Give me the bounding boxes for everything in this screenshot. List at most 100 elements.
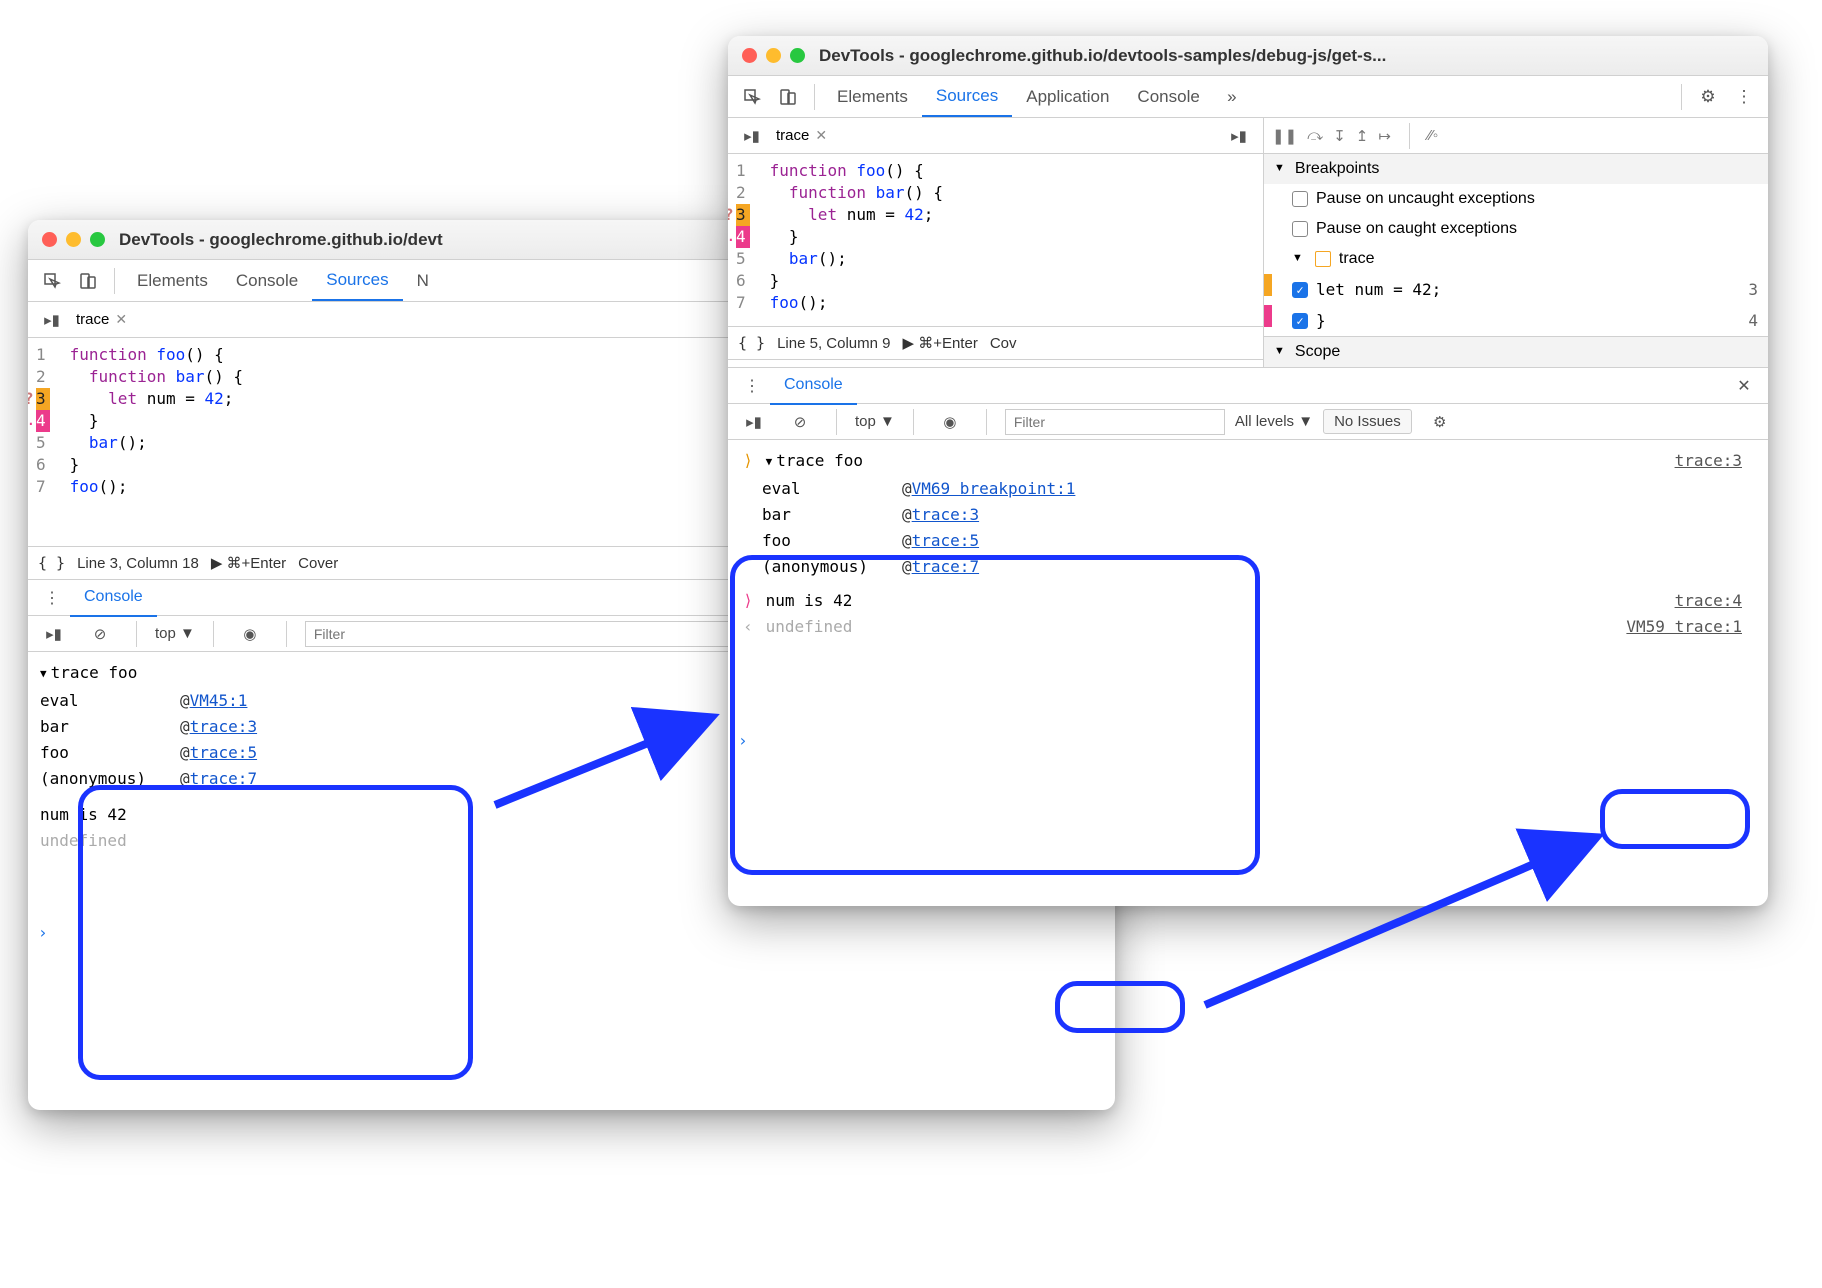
device-icon[interactable] <box>74 267 102 295</box>
inspect-icon[interactable] <box>38 267 66 295</box>
clear-icon[interactable]: ⊘ <box>786 408 814 436</box>
levels-selector[interactable]: All levels ▼ <box>1235 413 1313 430</box>
stack-frame[interactable]: (anonymous)@ trace:7 <box>762 554 1756 580</box>
more-files-icon[interactable]: ▸▮ <box>1225 122 1253 150</box>
braces-icon[interactable]: { } <box>38 554 65 572</box>
line-number[interactable]: 1 <box>736 160 750 182</box>
close-drawer-icon[interactable]: ✕ <box>1730 372 1758 400</box>
source-link[interactable]: trace:5 <box>912 528 979 554</box>
code-line[interactable]: } <box>770 270 943 292</box>
braces-icon[interactable]: { } <box>738 334 765 352</box>
kebab-icon[interactable]: ⋮ <box>1730 83 1758 111</box>
navigator-toggle-icon[interactable]: ▸▮ <box>38 306 66 334</box>
clear-icon[interactable]: ⊘ <box>86 620 114 648</box>
line-number[interactable]: 5 <box>736 248 750 270</box>
eye-icon[interactable]: ◉ <box>936 408 964 436</box>
device-icon[interactable] <box>774 83 802 111</box>
zoom-dot[interactable] <box>790 48 805 63</box>
gear-icon[interactable]: ⚙ <box>1426 408 1454 436</box>
code-line[interactable]: let num = 42; <box>70 388 243 410</box>
checkbox-checked-icon[interactable]: ✓ <box>1292 313 1308 329</box>
source-link[interactable]: trace:5 <box>190 740 257 766</box>
code-line[interactable]: } <box>770 226 943 248</box>
line-number[interactable]: 6 <box>36 454 50 476</box>
line-number[interactable]: 7 <box>36 476 50 498</box>
stack-frame[interactable]: eval@ VM69 breakpoint:1 <box>762 476 1756 502</box>
inspect-icon[interactable] <box>738 83 766 111</box>
bp-line-row[interactable]: ✓let num = 42;3 <box>1264 274 1768 305</box>
pause-icon[interactable]: ❚❚ <box>1272 127 1297 145</box>
bp-file-row[interactable]: ▼trace <box>1264 244 1768 274</box>
prompt-line[interactable]: › <box>38 920 54 946</box>
code-line[interactable]: } <box>70 410 243 432</box>
tab-application[interactable]: Application <box>1012 78 1123 116</box>
line-number[interactable]: 7 <box>736 292 750 314</box>
line-number[interactable]: 4 <box>736 226 750 248</box>
source-link[interactable]: trace:4 <box>1675 588 1742 614</box>
close-icon[interactable]: ✕ <box>115 311 127 328</box>
play-context-icon[interactable]: ▸▮ <box>740 408 768 436</box>
tab-sources[interactable]: Sources <box>312 261 402 301</box>
stack-frame[interactable]: bar@ trace:3 <box>762 502 1756 528</box>
stack-frame[interactable]: foo@ trace:5 <box>762 528 1756 554</box>
code-line[interactable]: bar(); <box>770 248 943 270</box>
code-line[interactable]: function bar() { <box>70 366 243 388</box>
tab-console[interactable]: Console <box>222 262 312 300</box>
source-link[interactable]: trace:3 <box>190 714 257 740</box>
issues-button[interactable]: No Issues <box>1323 409 1412 434</box>
line-number[interactable]: 3 <box>736 204 750 226</box>
tab-console[interactable]: Console <box>1123 78 1213 116</box>
minimize-dot[interactable] <box>766 48 781 63</box>
file-tab[interactable]: trace ✕ <box>770 123 833 148</box>
drawer-tab-console[interactable]: Console <box>70 579 157 617</box>
more-icon[interactable]: ⋮ <box>738 372 766 400</box>
source-link[interactable]: VM59 trace:1 <box>1626 614 1742 640</box>
line-number[interactable]: 2 <box>36 366 50 388</box>
code-line[interactable]: bar(); <box>70 432 243 454</box>
code-line[interactable]: foo(); <box>770 292 943 314</box>
line-number[interactable]: 2 <box>736 182 750 204</box>
file-tab[interactable]: trace ✕ <box>70 307 133 332</box>
line-number[interactable]: 3 <box>36 388 50 410</box>
checkbox-icon[interactable] <box>1292 191 1308 207</box>
tab-sources[interactable]: Sources <box>922 77 1012 117</box>
navigator-toggle-icon[interactable]: ▸▮ <box>738 122 766 150</box>
source-link[interactable]: VM45:1 <box>190 688 248 714</box>
source-link[interactable]: trace:3 <box>1675 448 1742 474</box>
close-dot[interactable] <box>42 232 57 247</box>
close-icon[interactable]: ✕ <box>815 127 827 144</box>
prompt-line[interactable]: › <box>738 728 754 754</box>
pause-uncaught-row[interactable]: Pause on uncaught exceptions <box>1264 184 1768 214</box>
line-number[interactable]: 4 <box>36 410 50 432</box>
code-line[interactable]: let num = 42; <box>770 204 943 226</box>
line-number[interactable]: 5 <box>36 432 50 454</box>
tab-more[interactable]: N <box>403 262 443 300</box>
step-into-icon[interactable]: ↧ <box>1333 127 1346 145</box>
source-link[interactable]: trace:7 <box>912 554 979 580</box>
tab-elements[interactable]: Elements <box>123 262 222 300</box>
source-link[interactable]: trace:7 <box>190 766 257 792</box>
code-editor[interactable]: function foo() { function bar() { let nu… <box>60 338 253 546</box>
gear-icon[interactable]: ⚙ <box>1694 83 1722 111</box>
step-icon[interactable]: ↦ <box>1378 127 1391 145</box>
console-filter-input[interactable] <box>1005 409 1225 435</box>
play-context-icon[interactable]: ▸▮ <box>40 620 68 648</box>
zoom-dot[interactable] <box>90 232 105 247</box>
drawer-tab-console[interactable]: Console <box>770 367 857 405</box>
step-over-icon[interactable]: ⤼ <box>1307 127 1323 144</box>
step-out-icon[interactable]: ↥ <box>1356 127 1369 145</box>
checkbox-checked-icon[interactable]: ✓ <box>1292 282 1308 298</box>
more-icon[interactable]: ⋮ <box>38 584 66 612</box>
code-line[interactable]: } <box>70 454 243 476</box>
code-line[interactable]: function foo() { <box>770 160 943 182</box>
bp-line-row[interactable]: ✓}4 <box>1264 305 1768 336</box>
code-line[interactable]: function foo() { <box>70 344 243 366</box>
eye-icon[interactable]: ◉ <box>236 620 264 648</box>
minimize-dot[interactable] <box>66 232 81 247</box>
scope-header[interactable]: ▼Scope <box>1264 337 1768 367</box>
close-dot[interactable] <box>742 48 757 63</box>
trace-header[interactable]: ⟩ ▼trace foo trace:3 <box>740 448 1756 476</box>
code-line[interactable]: function bar() { <box>770 182 943 204</box>
more-tabs-icon[interactable]: » <box>1218 83 1246 111</box>
checkbox-icon[interactable] <box>1292 221 1308 237</box>
